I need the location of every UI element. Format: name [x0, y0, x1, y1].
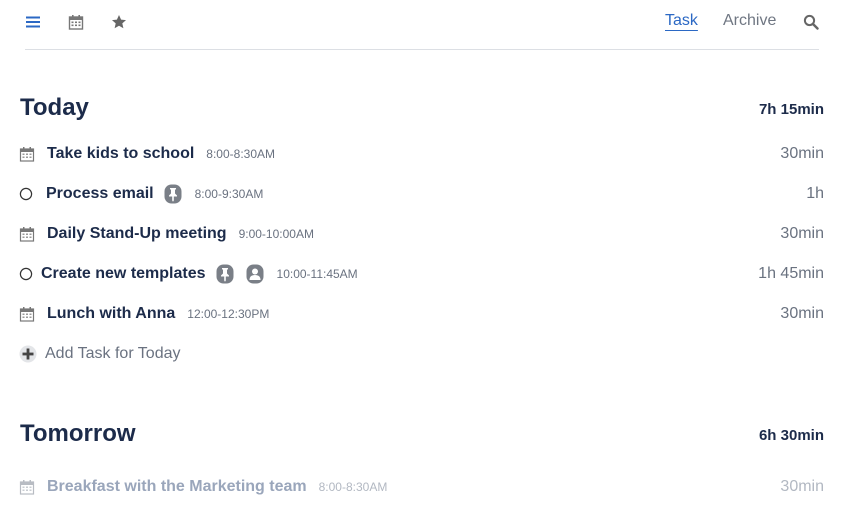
section-total-tomorrow: 6h 30min	[758, 427, 824, 444]
task-time: 9:00-10:00AM	[238, 227, 314, 241]
calendar-icon[interactable]	[66, 12, 86, 32]
add-task-button[interactable]: Add Task for Today	[19, 342, 181, 366]
task-name: Take kids to school	[47, 145, 195, 162]
calendar-event-icon	[19, 306, 45, 322]
pin-icon	[216, 264, 234, 284]
task-time: 8:00-9:30AM	[194, 187, 264, 201]
task-time: 10:00-11:45AM	[276, 267, 358, 281]
hamburger-menu-icon[interactable]	[23, 12, 43, 32]
task-duration: 30min	[780, 145, 824, 162]
task-row[interactable]: Breakfast with the Marketing team 8:00-8…	[19, 475, 824, 499]
task-row[interactable]: Take kids to school 8:00-8:30AM 30min	[19, 142, 824, 166]
task-duration: 30min	[780, 305, 824, 322]
task-checkbox[interactable]	[19, 267, 41, 281]
task-row[interactable]: Daily Stand-Up meeting 9:00-10:00AM 30mi…	[19, 222, 824, 246]
task-name: Daily Stand-Up meeting	[47, 225, 227, 242]
task-name: Create new templates	[41, 265, 206, 282]
section-title-tomorrow: Tomorrow	[20, 420, 136, 447]
calendar-event-icon	[19, 226, 45, 242]
task-time: 12:00-12:30PM	[187, 307, 270, 321]
task-checkbox[interactable]	[19, 187, 41, 201]
top-bar: Task Archive	[0, 0, 845, 50]
add-task-label: Add Task for Today	[45, 345, 181, 362]
search-icon[interactable]	[801, 12, 821, 32]
task-time: 8:00-8:30AM	[318, 480, 388, 494]
top-divider	[25, 49, 819, 50]
plus-icon	[19, 345, 37, 363]
calendar-event-icon	[19, 479, 45, 495]
task-duration: 30min	[780, 478, 824, 495]
calendar-event-icon	[19, 146, 45, 162]
section-total-today: 7h 15min	[758, 101, 824, 118]
task-row[interactable]: Lunch with Anna 12:00-12:30PM 30min	[19, 302, 824, 326]
task-name: Process email	[46, 185, 154, 202]
tab-archive[interactable]: Archive	[723, 12, 776, 30]
pin-icon	[164, 184, 182, 204]
tab-task[interactable]: Task	[665, 12, 698, 30]
task-name: Breakfast with the Marketing team	[47, 478, 307, 495]
person-icon	[246, 264, 264, 284]
task-duration: 1h	[806, 185, 824, 202]
task-row[interactable]: Process email 8:00-9:30AM 1h	[19, 182, 824, 206]
task-duration: 1h 45min	[758, 265, 824, 282]
task-duration: 30min	[780, 225, 824, 242]
task-time: 8:00-8:30AM	[206, 147, 276, 161]
section-title-today: Today	[20, 94, 89, 121]
star-icon[interactable]	[109, 12, 129, 32]
task-row[interactable]: Create new templates 10:00-11:45AM 1h 45…	[19, 262, 824, 286]
task-name: Lunch with Anna	[47, 305, 176, 322]
